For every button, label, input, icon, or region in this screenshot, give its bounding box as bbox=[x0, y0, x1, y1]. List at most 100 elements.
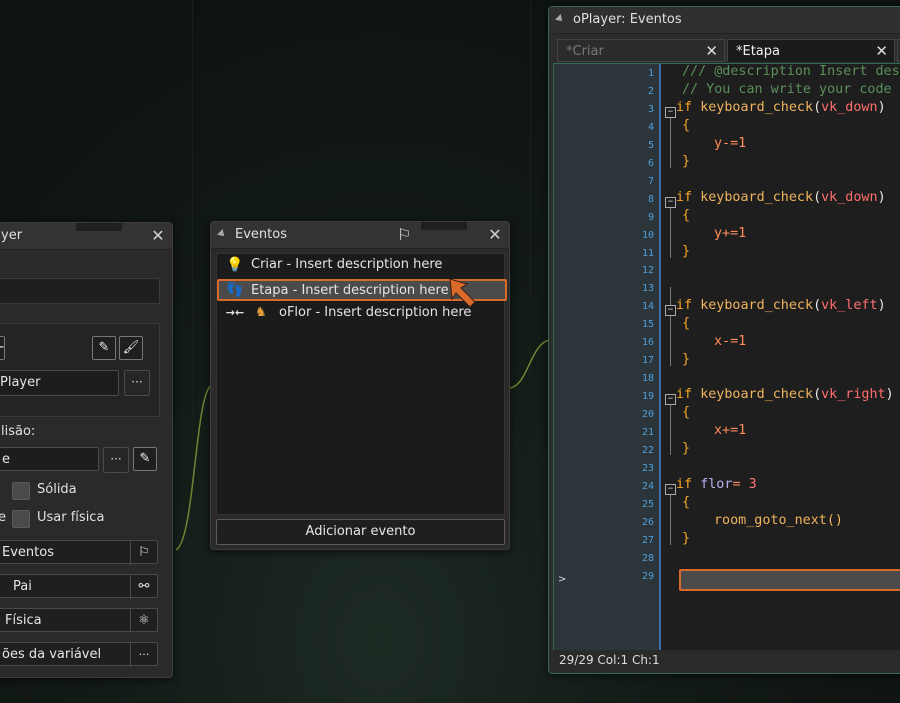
line-number: 16 bbox=[641, 337, 654, 349]
add-event-button[interactable]: Adicionar evento bbox=[216, 519, 505, 545]
code-window-titlebar[interactable]: oPlayer: Eventos bbox=[549, 7, 900, 34]
add-event-label: Adicionar evento bbox=[305, 524, 416, 539]
physics-label: Usar física bbox=[37, 510, 105, 525]
line-number: 4 bbox=[647, 121, 654, 133]
object-window-title: yer bbox=[1, 228, 23, 243]
code-line: /// @description Insert desc bbox=[682, 64, 900, 79]
physics-button-label: Física bbox=[5, 613, 42, 628]
sprite-select[interactable]: Player bbox=[0, 370, 119, 396]
code-line: } bbox=[682, 244, 691, 259]
titlebar-notch bbox=[421, 222, 467, 242]
line-number: 10 bbox=[641, 229, 654, 241]
line-number: 26 bbox=[641, 516, 654, 528]
tab-criar[interactable]: *Criar ✕ bbox=[557, 39, 725, 62]
code-line: { bbox=[682, 316, 691, 331]
brush-icon[interactable]: 🖌 bbox=[119, 336, 143, 360]
code-line: } bbox=[682, 441, 691, 456]
new-sprite-icon[interactable]: + bbox=[0, 336, 5, 360]
pointer-arrow-icon bbox=[449, 278, 476, 308]
code-line: if keyboard_check(vk_left) bbox=[676, 298, 886, 313]
more-dots-icon: ··· bbox=[130, 643, 157, 667]
fold-toggle-icon[interactable]: − bbox=[665, 394, 676, 405]
current-line-highlight[interactable] bbox=[679, 569, 900, 591]
fold-guide bbox=[670, 405, 671, 455]
flag-icon: ⚐ bbox=[130, 541, 157, 565]
line-number: 20 bbox=[641, 409, 654, 421]
physics-checkbox[interactable] bbox=[12, 510, 30, 528]
collision-mask-value: e bbox=[2, 452, 10, 467]
code-line: { bbox=[682, 208, 691, 223]
code-line: y+=1 bbox=[714, 226, 747, 241]
events-window-titlebar[interactable]: Eventos ⚐ ✕ bbox=[211, 222, 509, 249]
titlebar-notch bbox=[76, 223, 122, 243]
fold-toggle-icon[interactable]: − bbox=[665, 197, 676, 208]
variables-button[interactable]: ões da variável ··· bbox=[0, 642, 158, 667]
line-number: 14 bbox=[641, 301, 654, 313]
solid-label: Sólida bbox=[37, 482, 77, 497]
line-number: 21 bbox=[641, 427, 654, 438]
object-window-titlebar[interactable]: yer ✕ bbox=[0, 223, 172, 250]
fold-toggle-icon[interactable]: − bbox=[665, 484, 676, 495]
footsteps-icon: 👣 bbox=[226, 282, 244, 298]
line-number: 2 bbox=[647, 85, 654, 97]
parent-button[interactable]: Pai ⚯ bbox=[0, 574, 158, 599]
tab-label: *Etapa bbox=[736, 44, 780, 59]
collision-more-button[interactable]: ··· bbox=[103, 447, 129, 473]
line-number: 22 bbox=[641, 444, 654, 456]
close-icon[interactable]: ✕ bbox=[487, 222, 503, 248]
code-editor-window: oPlayer: Eventos *Criar ✕ *Etapa ✕ 12345… bbox=[548, 6, 900, 674]
fold-guide bbox=[670, 287, 671, 305]
line-number: 29 bbox=[641, 570, 654, 582]
tab-etapa[interactable]: *Etapa ✕ bbox=[727, 39, 895, 62]
physics-button[interactable]: Física ⚛ bbox=[0, 608, 158, 633]
event-label: oFlor - Insert description here bbox=[279, 305, 472, 320]
collision-mask-select[interactable]: e bbox=[0, 447, 99, 471]
object-name-input[interactable] bbox=[0, 278, 160, 304]
code-editor[interactable]: 1 2 3 4 5 6 7 8 9 10 11 12 13 14 15 16 17 18 19 20 21 22 23 24 2… bbox=[553, 63, 900, 651]
editor-status-bar: 29/29 Col:1 Ch:1 bbox=[553, 650, 900, 671]
collapse-icon[interactable] bbox=[217, 229, 227, 239]
line-number: 25 bbox=[641, 498, 654, 510]
code-line: // You can write your code i bbox=[682, 82, 900, 97]
solid-checkbox[interactable] bbox=[12, 482, 30, 500]
list-item[interactable]: 💡 Criar - Insert description here bbox=[219, 254, 509, 276]
line-number: 9 bbox=[647, 211, 654, 223]
sprite-section: + ✎ 🖌 Player ··· bbox=[0, 323, 160, 417]
caret-marker-icon: > bbox=[558, 574, 567, 585]
sprite-more-button[interactable]: ··· bbox=[124, 370, 150, 396]
flag-icon: ⚐ bbox=[397, 225, 412, 244]
line-number: 15 bbox=[641, 319, 654, 331]
code-line: x-=1 bbox=[714, 334, 747, 349]
edit-sprite-icon[interactable]: ✎ bbox=[92, 336, 116, 360]
edit-mask-icon[interactable]: ✎ bbox=[133, 447, 157, 471]
physics-prefix: e bbox=[0, 510, 6, 525]
line-number: 18 bbox=[641, 373, 654, 385]
code-line: } bbox=[682, 154, 691, 169]
collapse-icon[interactable] bbox=[555, 14, 565, 24]
line-number: 23 bbox=[641, 462, 654, 474]
code-text-area[interactable] bbox=[661, 64, 900, 650]
variables-button-label: ões da variável bbox=[2, 647, 102, 662]
sprite-select-value: Player bbox=[0, 375, 41, 390]
fold-toggle-icon[interactable]: − bbox=[665, 305, 676, 316]
fold-guide bbox=[670, 316, 671, 366]
line-number: 7 bbox=[647, 175, 654, 187]
code-line: { bbox=[682, 495, 691, 510]
line-number: 11 bbox=[641, 247, 654, 259]
events-button-label: Eventos bbox=[2, 545, 54, 560]
line-number: 3 bbox=[647, 103, 654, 115]
more-dots-icon: ··· bbox=[131, 375, 143, 389]
close-icon[interactable]: ✕ bbox=[150, 223, 166, 249]
fold-toggle-icon[interactable]: − bbox=[665, 107, 676, 118]
object-properties-window: yer ✕ + ✎ 🖌 Player ··· lisão: e ··· ✎ Só… bbox=[0, 222, 173, 678]
code-line: { bbox=[682, 118, 691, 133]
editor-tabs: *Criar ✕ *Etapa ✕ bbox=[553, 39, 900, 63]
code-line: } bbox=[682, 531, 691, 546]
close-icon[interactable]: ✕ bbox=[875, 40, 888, 63]
cursor-position-status: 29/29 Col:1 Ch:1 bbox=[559, 653, 660, 667]
line-number: 28 bbox=[641, 552, 654, 564]
events-button[interactable]: Eventos ⚐ bbox=[0, 540, 158, 565]
code-line: } bbox=[682, 352, 691, 367]
line-number: 27 bbox=[641, 534, 654, 546]
close-icon[interactable]: ✕ bbox=[705, 40, 718, 63]
